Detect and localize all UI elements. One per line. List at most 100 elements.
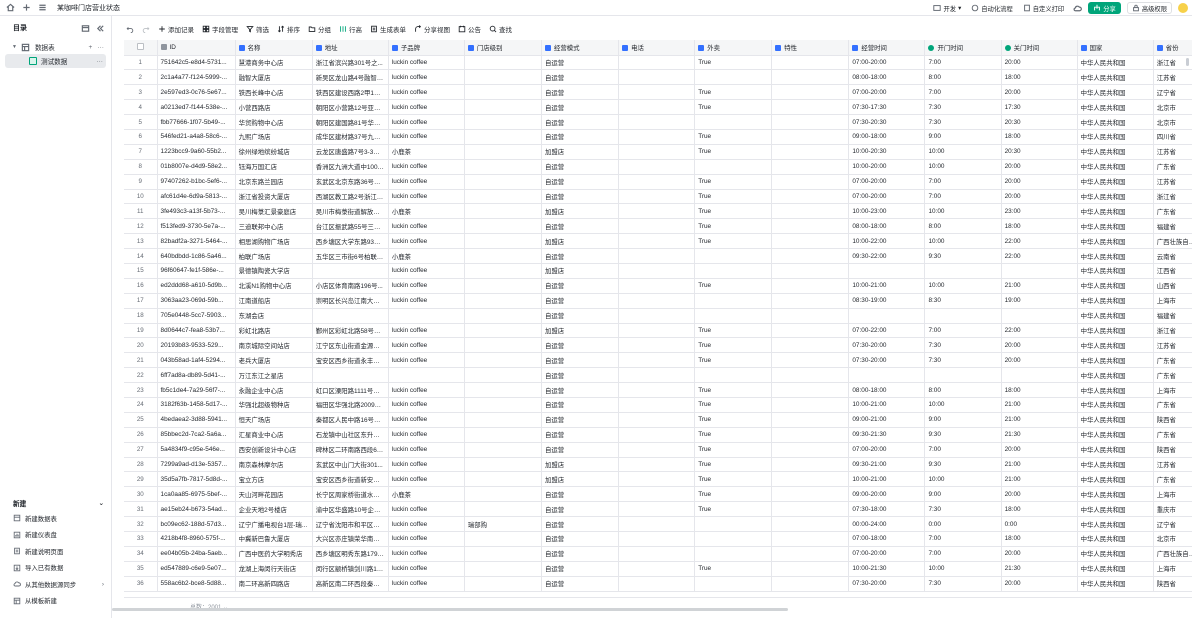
table-cell[interactable] (771, 576, 850, 592)
select-all-checkbox[interactable] (124, 40, 158, 56)
table-cell[interactable]: 10:00 (924, 203, 1002, 220)
table-cell[interactable]: 中华人民共和国 (1077, 248, 1154, 264)
table-cell[interactable]: 18:00 (1001, 531, 1078, 547)
table-cell[interactable] (771, 84, 850, 101)
table-cell[interactable] (464, 486, 543, 503)
table-row[interactable]: 11 3fe493c3-a13f-5b73-... 吴川梅菉汇景豪庭店 吴川市梅菉街道… (124, 203, 1192, 220)
table-cell[interactable] (771, 427, 850, 443)
table-cell[interactable]: 自运营 (541, 427, 620, 443)
table-cell[interactable] (464, 233, 543, 250)
table-row[interactable]: 3 2e597ed3-0c76-5e67... 铁西长峰中心店 铁西区建设西路2甲1号… (124, 84, 1192, 101)
table-cell[interactable]: 自运营 (541, 561, 620, 577)
table-cell[interactable]: 07:00-20:00 (848, 174, 926, 190)
table-cell[interactable] (771, 352, 850, 369)
new-section-header[interactable]: 新建 ⌄ (0, 496, 111, 510)
row-height-button[interactable]: 行高 (339, 24, 362, 34)
table-cell[interactable]: 1ca0aa85-6975-5bef-... (157, 486, 236, 503)
table-cell[interactable]: 相思湖购物广场店 (235, 233, 313, 250)
table-cell[interactable]: 香洲区九洲大道中1009... (312, 159, 389, 175)
table-cell[interactable]: 7:00 (924, 546, 1002, 562)
table-cell[interactable]: 自运营 (541, 412, 620, 428)
table-row[interactable]: 1 751642c5-e8d4-5731... 慧港商务中心店 浙江省滨兴路301号之… (124, 55, 1192, 71)
table-cell[interactable]: 18:00 (1001, 382, 1078, 398)
table-cell[interactable]: 自运营 (541, 189, 620, 205)
table-cell[interactable] (618, 278, 696, 294)
table-cell[interactable]: 广东省 (1153, 159, 1192, 175)
table-cell[interactable]: 3182f63b-1458-5d17-... (157, 397, 236, 413)
table-cell[interactable]: 中华人民共和国 (1077, 189, 1154, 205)
table-cell[interactable]: True (694, 55, 773, 71)
table-cell[interactable]: 中华人民共和国 (1077, 233, 1154, 250)
table-cell[interactable] (771, 412, 850, 428)
table-cell[interactable]: True (694, 129, 773, 145)
table-cell[interactable]: 中华人民共和国 (1077, 159, 1154, 175)
table-cell[interactable]: 中华人民共和国 (1077, 367, 1154, 384)
table-cell[interactable]: 加盟店 (541, 203, 620, 220)
table-cell[interactable]: 中华人民共和国 (1077, 55, 1154, 71)
table-cell[interactable] (1001, 308, 1078, 324)
table-cell[interactable]: 上海市 (1153, 293, 1192, 309)
table-cell[interactable]: luckin coffee (388, 129, 465, 145)
table-cell[interactable]: 中华人民共和国 (1077, 337, 1154, 354)
table-cell[interactable]: 辽宁广播电视台1层-瑞... (235, 516, 313, 532)
table-cell[interactable]: 中华人民共和国 (1077, 561, 1154, 577)
sidebar-item-view[interactable]: 测试数据 ··· (5, 54, 106, 68)
table-cell[interactable] (464, 337, 543, 354)
table-row[interactable]: 21 043b58ad-1af4-5294... 老兵大厦店 宝安区西乡街道永丰社..… (124, 352, 1192, 369)
table-cell[interactable]: 07:00-20:00 (848, 189, 926, 205)
table-cell[interactable]: 重庆市 (1153, 501, 1192, 518)
table-cell[interactable]: 钰海万国汇店 (235, 159, 313, 175)
table-cell[interactable] (464, 69, 543, 86)
table-cell[interactable] (924, 367, 1002, 384)
table-cell[interactable]: 南京森林摩尔店 (235, 457, 313, 473)
table-cell[interactable]: 4bedaea2-3d88-5941... (157, 412, 236, 428)
table-cell[interactable]: 柏联广场店 (235, 248, 313, 264)
table-cell[interactable] (771, 159, 850, 175)
table-cell[interactable] (694, 516, 773, 532)
column-header-country[interactable]: 国家 (1077, 40, 1154, 56)
table-cell[interactable]: 永融企业中心店 (235, 382, 313, 398)
table-cell[interactable]: 20:00 (1001, 55, 1078, 71)
table-cell[interactable]: 辽宁省 (1153, 84, 1192, 101)
table-cell[interactable] (771, 278, 850, 294)
table-cell[interactable]: 江西省 (1153, 263, 1192, 279)
table-cell[interactable]: 中华人民共和国 (1077, 576, 1154, 592)
table-cell[interactable]: 企业天地2号楼店 (235, 501, 313, 518)
table-cell[interactable]: 中冀新巴鲁大厦店 (235, 531, 313, 547)
table-cell[interactable]: 6ff7ad8a-db89-5d41-... (157, 367, 236, 384)
table-row[interactable]: 27 5a4834f9-c95e-546e... 西安创新设计中心店 碑林区二环南路西… (124, 442, 1192, 458)
table-cell[interactable]: 中华人民共和国 (1077, 84, 1154, 101)
table-cell[interactable]: 慧港商务中心店 (235, 55, 313, 71)
table-row[interactable]: 7 1223bcc9-9a60-55b2... 徐州绿地缤纷城店 云龙区唐盛路7号3-… (124, 144, 1192, 160)
table-cell[interactable]: 22:00 (1001, 248, 1078, 264)
table-cell[interactable]: 7:00 (924, 174, 1002, 190)
table-cell[interactable]: 22:00 (1001, 233, 1078, 250)
table-cell[interactable]: 云南省 (1153, 248, 1192, 264)
generate-form-button[interactable]: 生成表单 (370, 24, 406, 34)
table-cell[interactable]: True (694, 323, 773, 339)
table-cell[interactable]: 18:00 (1001, 129, 1078, 145)
table-cell[interactable]: 07:00-20:00 (848, 546, 926, 562)
table-cell[interactable]: ae15eb24-b673-54ad... (157, 501, 236, 518)
table-cell[interactable]: 20:00 (1001, 352, 1078, 369)
table-cell[interactable]: 辽宁省沈阳市和平区南... (312, 516, 389, 532)
table-cell[interactable]: 自运营 (541, 576, 620, 592)
table-cell[interactable]: 00:00-24:00 (848, 516, 926, 532)
table-cell[interactable] (771, 174, 850, 190)
table-cell[interactable]: 21:00 (1001, 397, 1078, 413)
table-row[interactable]: 13 82badf2a-3271-5464-... 相思湖购物广场店 西乡塘区大学东路… (124, 233, 1192, 250)
table-cell[interactable] (464, 457, 543, 473)
table-cell[interactable] (618, 531, 696, 547)
table-cell[interactable]: 中华人民共和国 (1077, 218, 1154, 235)
table-cell[interactable]: 640bdbdd-1c86-5a46... (157, 248, 236, 264)
table-cell[interactable]: 加盟店 (541, 323, 620, 339)
table-cell[interactable] (771, 561, 850, 577)
table-cell[interactable]: 朝阳区建国路81号华贸... (312, 114, 389, 130)
table-cell[interactable]: 广东省 (1153, 397, 1192, 413)
table-cell[interactable] (312, 308, 389, 324)
table-cell[interactable]: 北京市 (1153, 531, 1192, 547)
table-cell[interactable]: 吴川梅菉汇景豪庭店 (235, 203, 313, 220)
table-cell[interactable]: 07:00-20:00 (848, 55, 926, 71)
new-table-item[interactable]: 新建数据表 (0, 510, 111, 527)
table-row[interactable]: 31 ae15eb24-b673-54ad... 企业天地2号楼店 渝中区华盛路10号… (124, 501, 1192, 518)
